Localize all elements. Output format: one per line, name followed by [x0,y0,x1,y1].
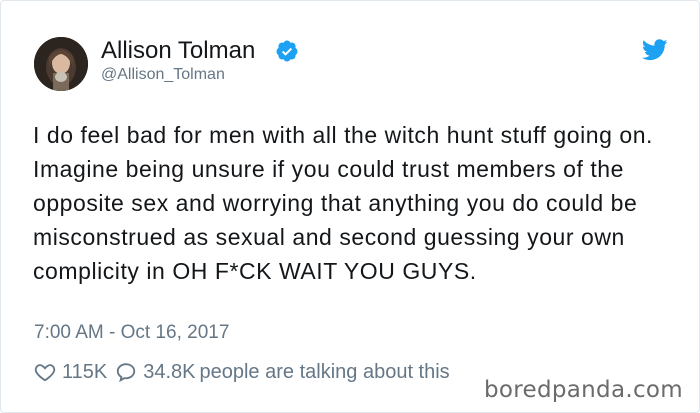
author-handle[interactable]: @Allison_Tolman [101,65,225,85]
avatar-photo-icon [34,37,88,91]
talking-label[interactable]: people are talking about this [200,361,450,384]
tweet-text: I do feel bad for men with all the witch… [33,122,653,284]
like-count: 115K [62,360,108,383]
tweet-timestamp[interactable]: 7:00 AM - Oct 16, 2017 [34,321,229,345]
speech-bubble-icon[interactable] [115,361,137,383]
tweet-actions: 115K 34.8K people are talking about this [34,358,450,386]
avatar[interactable] [34,37,88,91]
author-name[interactable]: Allison Tolman [101,37,255,65]
heart-icon[interactable] [34,361,56,383]
twitter-bird-icon[interactable] [642,39,668,61]
tweet-card: Allison Tolman @Allison_Tolman I do feel… [0,0,700,413]
reply-count: 34.8K [143,360,196,383]
watermark: boredpanda.com [484,377,683,403]
verified-badge-icon [276,40,298,62]
